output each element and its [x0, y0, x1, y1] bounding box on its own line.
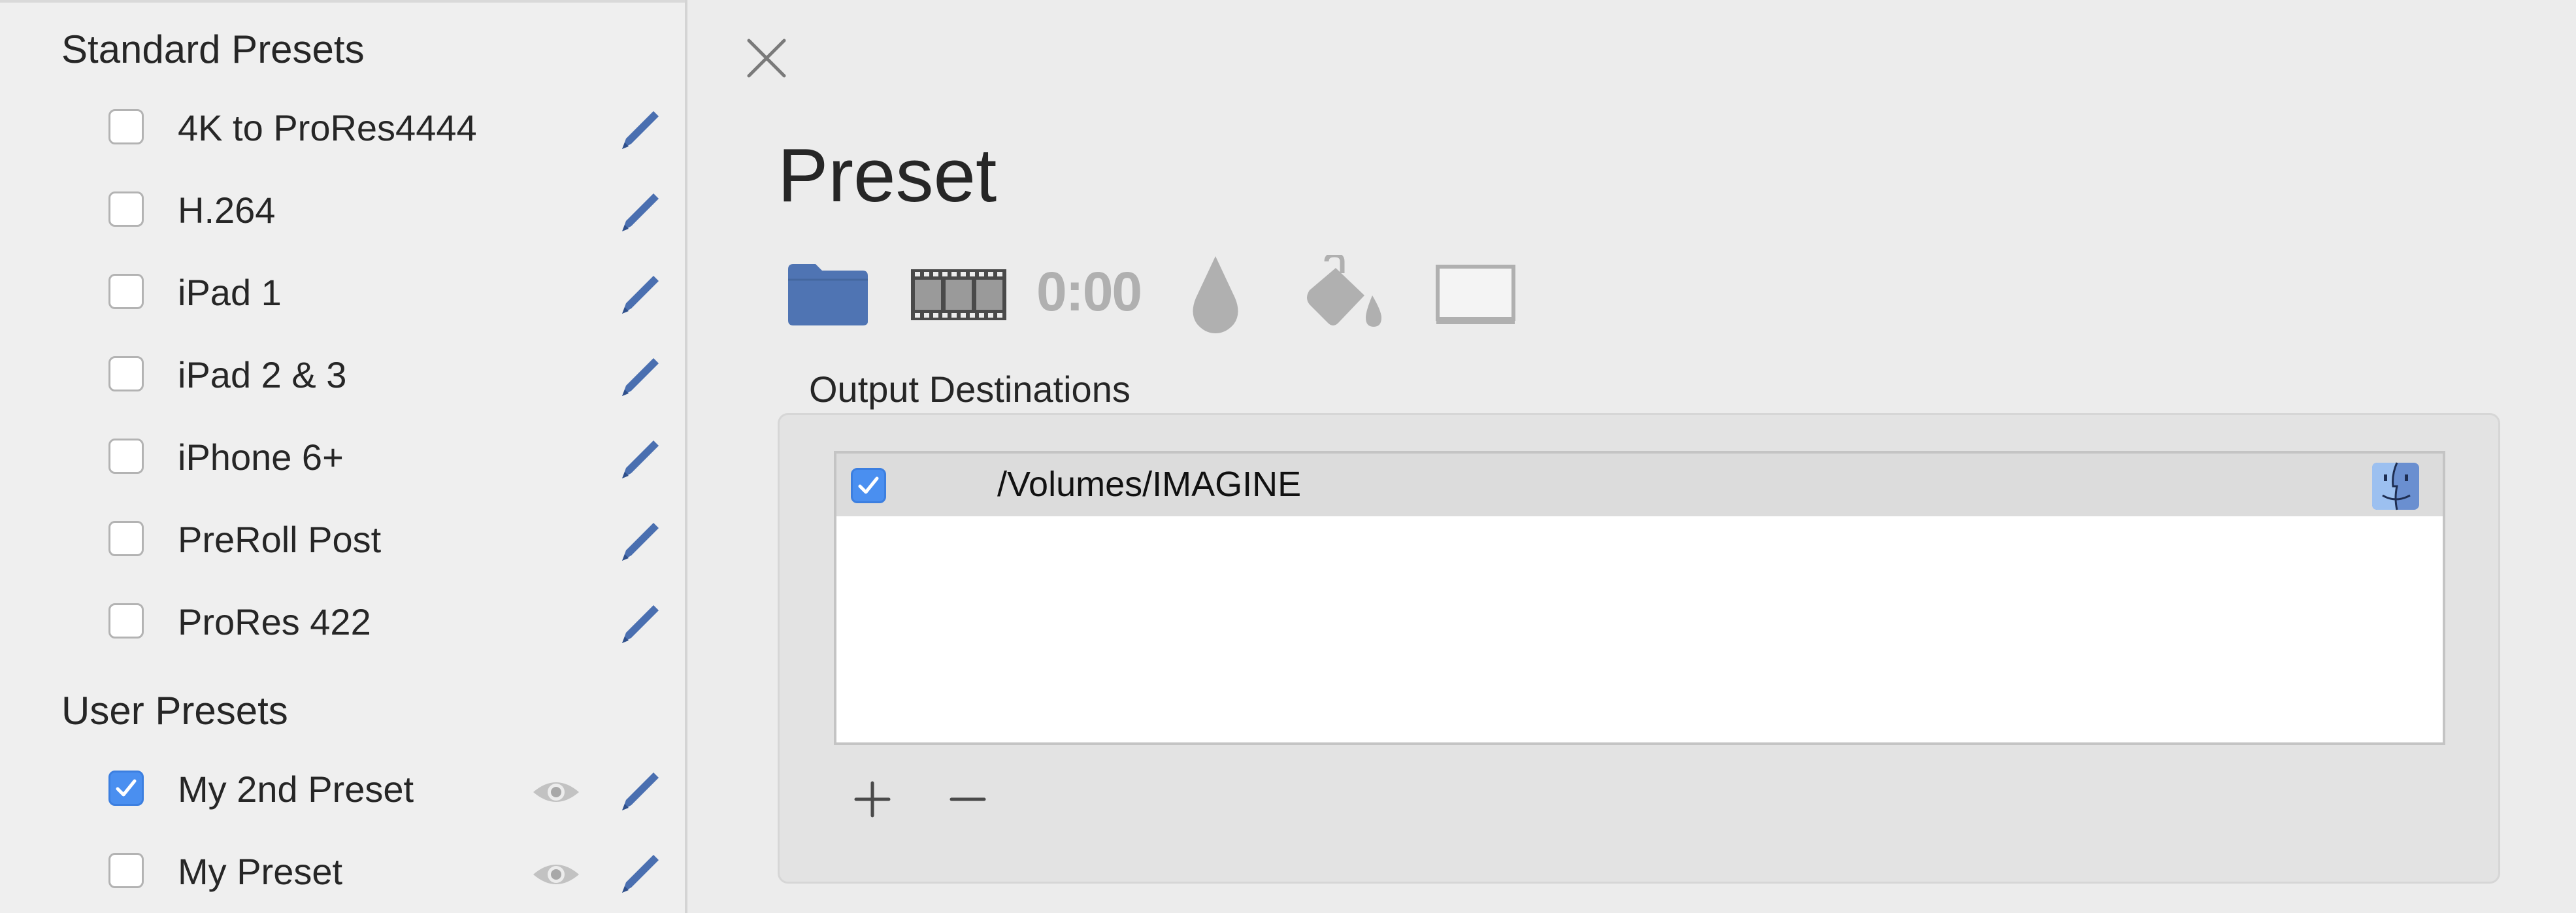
preset-checkbox[interactable] [108, 603, 144, 639]
preset-checkbox[interactable] [108, 521, 144, 556]
preset-row-h264[interactable]: H.264 [0, 170, 685, 248]
preset-checkbox[interactable] [108, 771, 144, 806]
edit-pencil-icon[interactable] [616, 187, 665, 237]
preset-row-iphone-6-plus[interactable]: iPhone 6+ [0, 417, 685, 495]
preset-row-4k-to-prores4444[interactable]: 4K to ProRes4444 [0, 88, 685, 166]
edit-pencil-icon[interactable] [616, 516, 665, 566]
paint-bucket-icon[interactable] [1304, 255, 1387, 332]
output-destinations-table[interactable]: /Volumes/IMAGINE [834, 451, 2445, 745]
preset-label: H.264 [178, 190, 276, 231]
preset-row-my-preset[interactable]: My Preset [0, 831, 685, 910]
close-icon[interactable] [745, 37, 788, 80]
eye-icon[interactable] [531, 859, 582, 890]
checkmark-icon [858, 476, 879, 494]
preset-label: 4K to ProRes4444 [178, 107, 477, 148]
edit-pencil-icon[interactable] [616, 848, 665, 898]
edit-pencil-icon[interactable] [616, 766, 665, 816]
preset-row-ipad-1[interactable]: iPad 1 [0, 252, 685, 331]
finder-icon[interactable] [2371, 461, 2420, 511]
preset-label: iPad 1 [178, 272, 282, 313]
destination-path: /Volumes/IMAGINE [997, 465, 1302, 504]
standard-presets-header: Standard Presets [61, 27, 365, 71]
page-title: Preset [778, 133, 997, 218]
time-icon[interactable]: 0:00 [1036, 264, 1142, 319]
edit-pencil-icon[interactable] [616, 599, 665, 648]
checkmark-icon [116, 779, 137, 797]
folder-icon[interactable] [787, 260, 869, 327]
edit-pencil-icon[interactable] [616, 269, 665, 319]
preset-row-ipad-2-3[interactable]: iPad 2 & 3 [0, 335, 685, 413]
output-destinations-label: Output Destinations [809, 369, 1131, 410]
preset-checkbox[interactable] [108, 356, 144, 391]
preset-label: My Preset [178, 851, 343, 892]
sidebar-top-divider [0, 0, 685, 3]
preset-checkbox[interactable] [108, 109, 144, 144]
display-icon[interactable] [1435, 264, 1516, 325]
preset-label: PreRoll Post [178, 519, 382, 560]
preset-checkbox[interactable] [108, 853, 144, 888]
destination-checkbox[interactable] [851, 468, 886, 503]
film-strip-icon[interactable] [910, 268, 1008, 322]
add-destination-button[interactable] [850, 776, 895, 822]
preset-checkbox[interactable] [108, 439, 144, 474]
preset-checkbox[interactable] [108, 191, 144, 227]
preset-checkbox[interactable] [108, 274, 144, 309]
preset-row-prores-422[interactable]: ProRes 422 [0, 582, 685, 660]
preset-row-my-2nd-preset[interactable]: My 2nd Preset [0, 749, 685, 827]
preset-label: iPad 2 & 3 [178, 354, 347, 395]
preset-label: ProRes 422 [178, 601, 371, 642]
user-presets-header: User Presets [61, 689, 288, 733]
edit-pencil-icon[interactable] [616, 352, 665, 401]
remove-destination-button[interactable] [945, 776, 991, 822]
preset-row-preroll-post[interactable]: PreRoll Post [0, 499, 685, 578]
eye-icon[interactable] [531, 776, 582, 808]
preset-label: My 2nd Preset [178, 769, 414, 810]
table-row[interactable]: /Volumes/IMAGINE [836, 454, 2443, 516]
edit-pencil-icon[interactable] [616, 105, 665, 154]
edit-pencil-icon[interactable] [616, 434, 665, 484]
presets-sidebar: Standard Presets 4K to ProRes4444 H.264 … [0, 0, 687, 913]
drop-icon[interactable] [1187, 254, 1244, 335]
preset-label: iPhone 6+ [178, 437, 344, 478]
